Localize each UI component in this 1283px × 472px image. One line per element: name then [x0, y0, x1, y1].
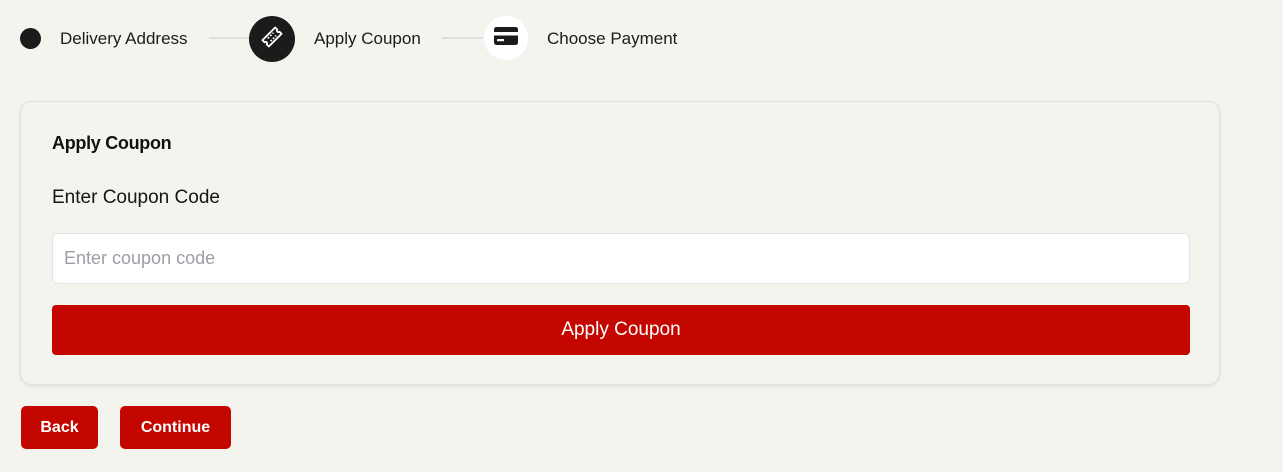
- apply-coupon-button[interactable]: Apply Coupon: [52, 305, 1190, 355]
- step-payment-badge: [484, 16, 528, 60]
- step-delivery-label: Delivery Address: [60, 29, 188, 48]
- continue-button[interactable]: Continue: [120, 406, 231, 449]
- checkout-stepper: Delivery Address Apply Coupon Choose Pay…: [0, 0, 760, 78]
- credit-card-icon: [493, 25, 519, 52]
- step-coupon-badge: [249, 16, 295, 62]
- step-connector: [442, 37, 483, 39]
- coupon-field-label: Enter Coupon Code: [52, 187, 220, 208]
- step-coupon-label: Apply Coupon: [314, 29, 421, 48]
- ticket-icon: [260, 25, 284, 54]
- coupon-card: Apply Coupon Enter Coupon Code Apply Cou…: [20, 101, 1220, 385]
- back-button[interactable]: Back: [21, 406, 98, 449]
- card-title: Apply Coupon: [52, 133, 172, 153]
- step-delivery-dot-icon: [20, 28, 41, 49]
- step-payment-label: Choose Payment: [547, 29, 678, 48]
- coupon-code-input[interactable]: [52, 233, 1190, 284]
- step-connector: [209, 37, 250, 39]
